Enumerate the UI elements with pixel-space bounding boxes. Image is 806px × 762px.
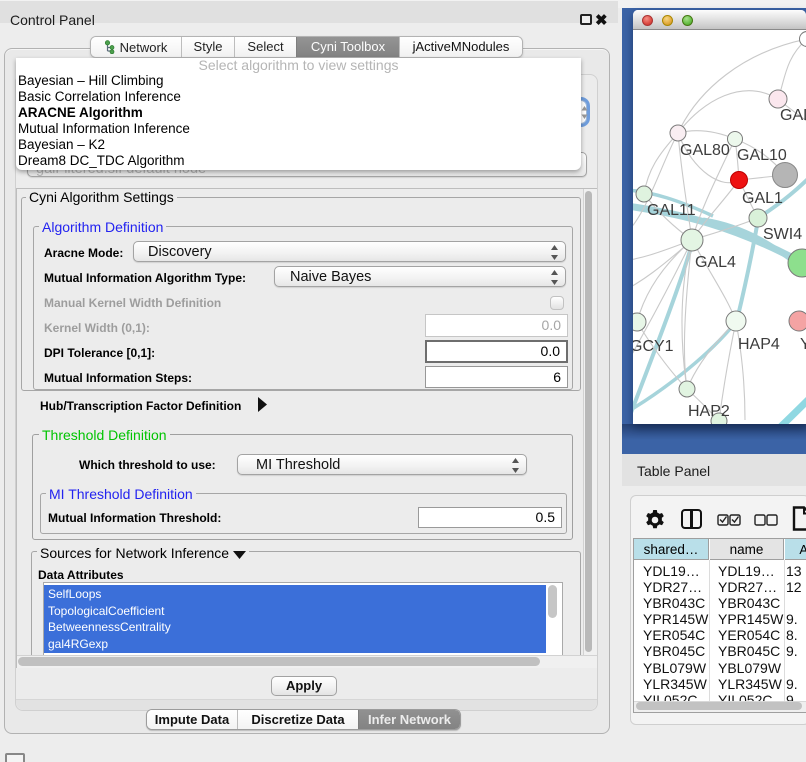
svg-text:GAL: GAL: [780, 107, 806, 124]
svg-text:GAL11: GAL11: [647, 202, 696, 219]
svg-text:GAL1: GAL1: [742, 190, 783, 207]
svg-text:GAL4: GAL4: [695, 254, 736, 271]
svg-text:GAL10: GAL10: [737, 147, 787, 164]
svg-text:Y: Y: [800, 336, 806, 353]
svg-text:HAP4: HAP4: [738, 336, 780, 353]
svg-text:SWI4: SWI4: [763, 226, 802, 243]
svg-text:HAP2: HAP2: [688, 403, 730, 420]
svg-text:GCY1: GCY1: [633, 338, 674, 355]
svg-text:GAL80: GAL80: [680, 142, 730, 159]
